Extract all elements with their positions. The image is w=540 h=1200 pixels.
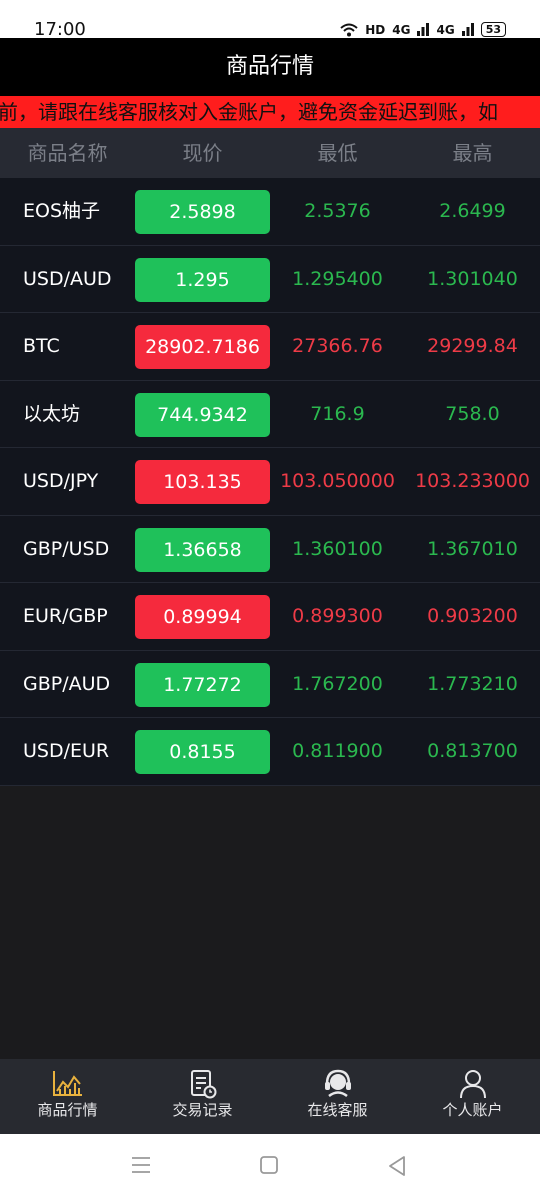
signal-icon-2	[461, 23, 474, 36]
nav-item-account[interactable]: 个人账户	[405, 1059, 540, 1134]
price-button[interactable]: 0.89994	[135, 595, 270, 639]
low-value: 716.9	[310, 402, 365, 425]
column-header-high: 最高	[452, 141, 493, 165]
price-button[interactable]: 744.9342	[135, 392, 270, 437]
menu-icon[interactable]	[131, 1156, 151, 1174]
signal-icon	[417, 23, 430, 36]
high-value: 758.0	[445, 402, 500, 425]
price-button[interactable]: 1.36658	[135, 527, 270, 572]
nav-label-market: 商品行情	[37, 1101, 98, 1119]
low-value: 1.360100	[292, 537, 383, 560]
wifi-icon	[340, 23, 358, 36]
product-name: GBP/AUD	[23, 672, 111, 695]
nav-label-account: 个人账户	[442, 1101, 503, 1119]
page-title: 商品行情	[225, 54, 314, 79]
high-value: 29299.84	[427, 335, 518, 357]
price-button[interactable]: 103.135	[135, 460, 270, 504]
high-value: 2.6499	[439, 200, 506, 222]
product-name: EOS柚子	[23, 200, 101, 222]
status-bar: 17:00 HD 4G 4G 53	[0, 0, 540, 40]
product-name: BTC	[23, 335, 60, 357]
nav-item-records[interactable]: 交易记录	[135, 1059, 270, 1134]
header: 商品行情	[0, 38, 540, 96]
table-row[interactable]: USD/JPY 103.135 103.050000 103.233000	[0, 448, 540, 516]
nav-label-records: 交易记录	[172, 1101, 233, 1119]
high-value: 0.813700	[427, 740, 518, 762]
low-value: 2.5376	[304, 200, 371, 222]
low-value: 1.767200	[292, 672, 383, 695]
notice-text: 金前，请跟在线客服核对入金账户，避免资金延迟到账，如	[0, 100, 498, 124]
product-name: GBP/USD	[23, 537, 110, 560]
high-value: 1.773210	[427, 672, 518, 695]
record-icon	[190, 1070, 216, 1099]
nav-label-service: 在线客服	[307, 1101, 368, 1119]
product-name: EUR/GBP	[23, 605, 108, 627]
high-value: 1.367010	[427, 537, 518, 560]
signal-4g-1: 4G	[392, 22, 411, 37]
hd-label: HD	[365, 22, 386, 37]
product-name: USD/EUR	[23, 740, 110, 762]
bottom-nav: 商品行情 交易记录 在线客服 个人账户	[0, 1059, 540, 1134]
column-header-name: 商品名称	[27, 141, 108, 165]
signal-4g-2: 4G	[436, 22, 455, 37]
battery-icon: 53	[480, 22, 506, 37]
table-row[interactable]: GBP/AUD 1.77272 1.767200 1.773210	[0, 650, 540, 718]
notice-marquee[interactable]: 金前，请跟在线客服核对入金账户，避免资金延迟到账，如	[0, 96, 540, 128]
column-header-price: 现价	[182, 141, 223, 165]
table-row[interactable]: EUR/GBP 0.89994 0.899300 0.903200	[0, 583, 540, 651]
chart-icon	[52, 1071, 82, 1096]
nav-item-market[interactable]: 商品行情	[0, 1059, 135, 1134]
price-button[interactable]: 2.5898	[135, 190, 270, 234]
price-button[interactable]: 1.77272	[135, 662, 270, 707]
low-value: 103.050000	[280, 470, 395, 492]
status-icons: HD 4G 4G 53	[340, 22, 506, 37]
low-value: 1.295400	[292, 267, 383, 290]
low-value: 0.811900	[292, 740, 383, 762]
table-row[interactable]: EOS柚子 2.5898 2.5376 2.6499	[0, 178, 540, 246]
price-button[interactable]: 28902.7186	[135, 325, 270, 369]
high-value: 0.903200	[427, 605, 518, 627]
product-name: USD/JPY	[23, 470, 99, 492]
nav-item-service[interactable]: 在线客服	[270, 1059, 405, 1134]
low-value: 27366.76	[292, 335, 383, 357]
user-icon	[459, 1070, 486, 1099]
price-button[interactable]: 0.8155	[135, 730, 270, 774]
table-row[interactable]: GBP/USD 1.36658 1.360100 1.367010	[0, 515, 540, 583]
table-header: 商品名称 现价 最低 最高	[0, 128, 540, 178]
table-row[interactable]: USD/EUR 0.8155 0.811900 0.813700	[0, 718, 540, 786]
price-button[interactable]: 1.295	[135, 257, 270, 302]
home-icon[interactable]	[260, 1156, 278, 1174]
low-value: 0.899300	[292, 605, 383, 627]
system-nav-bar	[0, 1134, 540, 1200]
table-row[interactable]: 以太坊 744.9342 716.9 758.0	[0, 380, 540, 448]
high-value: 1.301040	[427, 267, 518, 290]
table-row[interactable]: USD/AUD 1.295 1.295400 1.301040	[0, 245, 540, 313]
status-time: 17:00	[34, 19, 86, 40]
back-icon[interactable]	[388, 1156, 406, 1176]
table-row[interactable]: BTC 28902.7186 27366.76 29299.84	[0, 313, 540, 381]
quote-list: EOS柚子 2.5898 2.5376 2.6499 USD/AUD 1.295…	[0, 178, 540, 786]
headset-icon	[324, 1069, 351, 1098]
high-value: 103.233000	[415, 470, 530, 492]
product-name: USD/AUD	[23, 267, 112, 290]
column-header-low: 最低	[317, 141, 358, 165]
product-name: 以太坊	[23, 402, 81, 425]
